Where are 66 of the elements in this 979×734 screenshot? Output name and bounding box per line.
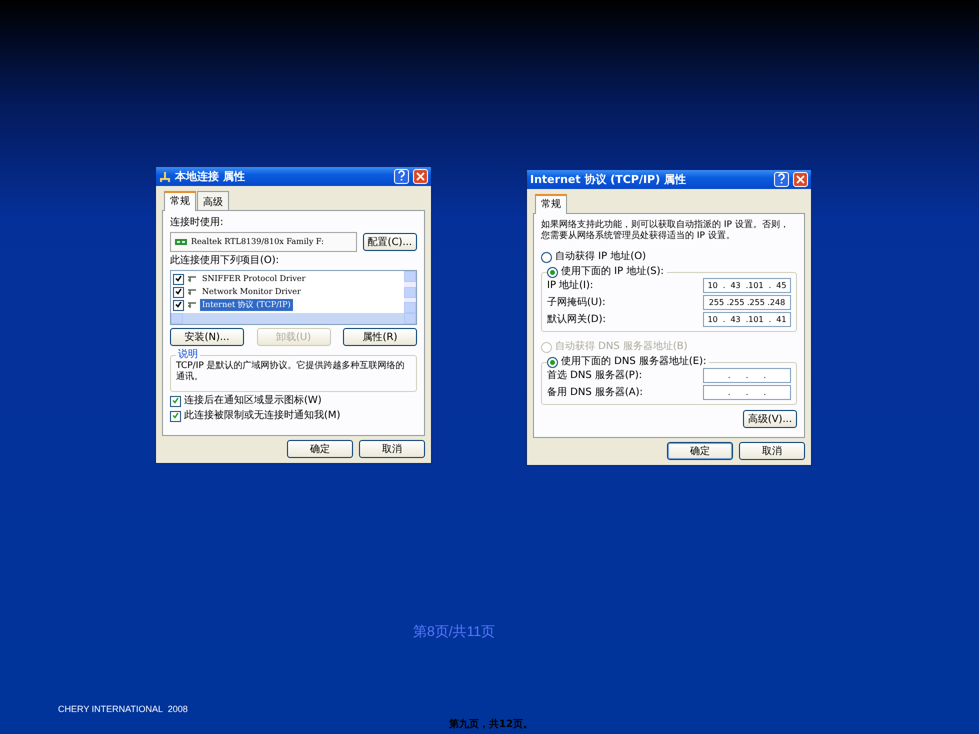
radio-button[interactable] (541, 252, 552, 262)
checkbox[interactable] (170, 410, 181, 422)
advanced-button[interactable]: 高级(V)... (742, 410, 797, 428)
radio-button[interactable] (547, 356, 558, 368)
window-title: 本地连接 属性 (175, 170, 246, 182)
install-button[interactable]: 安装(N)... (170, 328, 244, 346)
protocol-icon (187, 288, 197, 296)
configure-button[interactable]: 配置(C)... (362, 233, 417, 251)
checkbox[interactable] (173, 286, 184, 298)
properties-button[interactable]: 属性(R) (343, 328, 417, 346)
cancel-button[interactable]: 取消 (359, 440, 425, 458)
radio-label: 自动获得 DNS 服务器地址(B) (555, 341, 688, 353)
field-label: 连接时使用: (170, 217, 224, 229)
ip-address-field[interactable]: . . . (703, 385, 791, 400)
vertical-scrollbar[interactable] (404, 271, 416, 313)
page-label: 第8页/共11页 (413, 623, 496, 641)
protocol-icon (187, 301, 197, 309)
list-item[interactable]: SNIFFER Protocol Driver (200, 273, 308, 285)
help-icon (397, 170, 406, 181)
cancel-button[interactable]: 取消 (739, 442, 805, 460)
ok-button[interactable]: 确定 (667, 442, 733, 460)
checkmark-icon (172, 396, 179, 404)
radio-label: 使用下面的 DNS 服务器地址(E): (561, 356, 706, 368)
field-label: IP 地址(I): (547, 280, 594, 292)
protocol-icon (187, 275, 197, 283)
field-label: 备用 DNS 服务器(A): (547, 386, 643, 398)
field-label: 首选 DNS 服务器(P): (547, 370, 642, 382)
checkbox[interactable] (173, 300, 184, 310)
checkbox[interactable] (173, 274, 184, 284)
close-button[interactable] (413, 169, 428, 184)
ip-address-field[interactable]: 10 . 43 .101 . 45 (703, 278, 791, 293)
field-label: 此连接使用下列项目(O): (170, 255, 280, 267)
adapter-name: Realtek RTL8139/810x Family F: (191, 236, 324, 248)
description-text: TCP/IP 是默认的广域网协议。它提供跨越多种互联网络的通讯。 (176, 361, 406, 384)
ip-address-field[interactable]: 255 .255 .255 .248 (703, 295, 791, 310)
radio-label: 使用下面的 IP 地址(S): (561, 266, 664, 278)
checkbox-label: 连接后在通知区域显示图标(W) (184, 395, 322, 407)
list-item[interactable]: Network Monitor Driver (200, 286, 303, 298)
window-title: Internet 协议 (TCP/IP) 属性 (530, 174, 687, 186)
radio-button[interactable] (547, 266, 558, 278)
horizontal-scrollbar[interactable] (171, 313, 416, 324)
checkbox-label: 此连接被限制或无连接时通知我(M) (184, 410, 340, 422)
radio-label: 自动获得 IP 地址(O) (555, 251, 646, 263)
intro-text: 如果网络支持此功能，则可以获取自动指派的 IP 设置。否则，您需要从网络系统管理员处获得适当的 IP 设置。 (541, 220, 790, 242)
close-icon (416, 172, 425, 181)
network-card-icon (175, 238, 187, 246)
page-note: 第九页，共12页。 (449, 718, 533, 731)
tab[interactable]: 高级 (197, 191, 229, 211)
help-icon (777, 173, 786, 184)
tab[interactable]: 常规 (164, 191, 196, 211)
group-title: 说明 (177, 349, 199, 361)
ok-button[interactable]: 确定 (287, 440, 353, 458)
field-label: 子网掩码(U): (547, 296, 606, 308)
close-icon (796, 175, 805, 184)
footer-text: CHERY INTERNATIONAL 2008 (58, 704, 188, 714)
checkbox[interactable] (170, 396, 181, 406)
network-icon (159, 170, 171, 182)
ip-address-field[interactable]: 10 . 43 .101 . 41 (703, 312, 791, 327)
ip-address-field[interactable]: . . . (703, 368, 791, 383)
close-button[interactable] (793, 172, 808, 187)
help-button[interactable] (394, 169, 409, 184)
list-item[interactable]: Internet 协议 (TCP/IP) (200, 299, 293, 311)
help-button[interactable] (774, 172, 789, 187)
field-label: 默认网关(D): (547, 314, 606, 326)
tab[interactable]: 常规 (535, 194, 567, 214)
checkmark-icon (172, 412, 179, 418)
